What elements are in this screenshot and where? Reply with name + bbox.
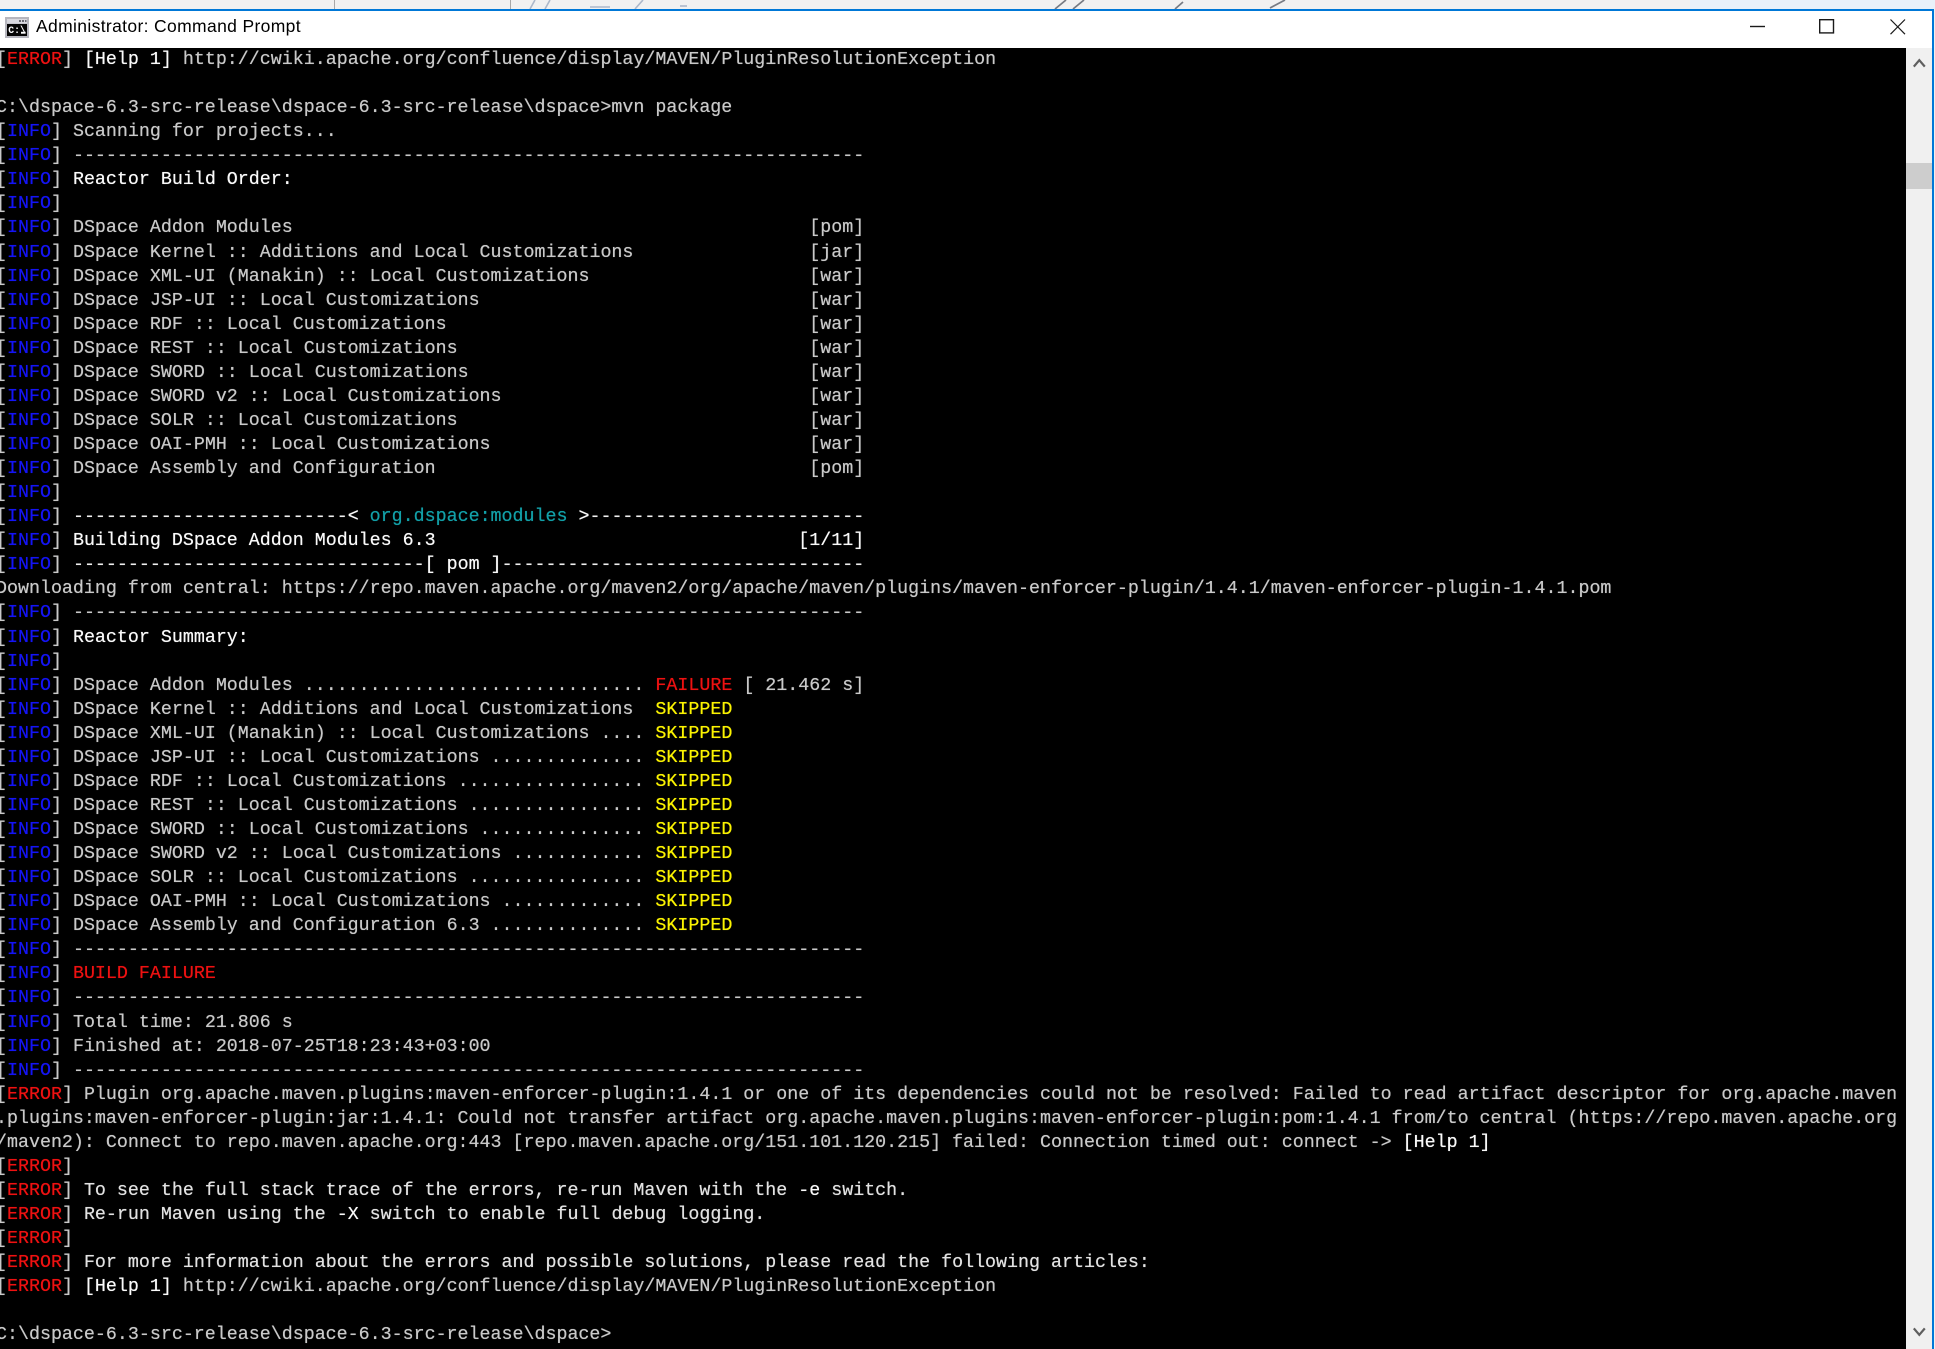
svg-text:C:\: C:\ bbox=[8, 25, 26, 36]
